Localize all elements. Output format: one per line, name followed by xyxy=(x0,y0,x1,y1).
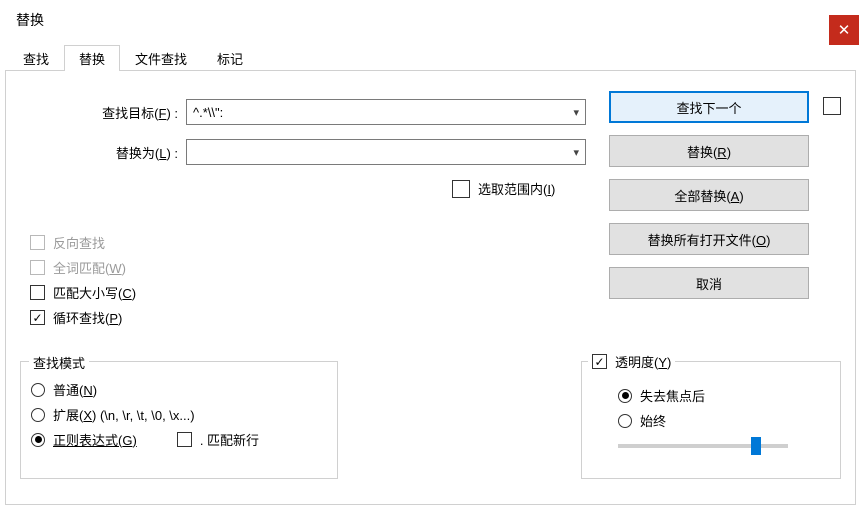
tab-findfiles[interactable]: 文件查找 xyxy=(120,45,202,71)
matchcase-label: 匹配大小写(C) xyxy=(53,283,136,302)
panel: 查找目标(F) : ^.*\\": ▾ 替换为(L) : ▾ 选取范围内(I) … xyxy=(5,70,856,505)
dot-newline-row: . 匹配新行 xyxy=(153,430,259,449)
trans-always-row: 始终 xyxy=(618,411,830,430)
tab-replace[interactable]: 替换 xyxy=(64,45,120,71)
trans-onlose-label: 失去焦点后 xyxy=(640,386,705,405)
matchcase-option: 匹配大小写(C) xyxy=(30,283,136,302)
reverse-label: 反向查找 xyxy=(53,233,105,252)
transparency-slider[interactable] xyxy=(618,444,788,448)
tab-row: 查找 替换 文件查找 标记 xyxy=(0,46,861,70)
reverse-checkbox xyxy=(30,235,45,250)
in-selection-row: 选取范围内(I) xyxy=(452,179,555,198)
mode-regex-label: 正则表达式(G) xyxy=(53,430,137,449)
mode-regex-row: 正则表达式(G) . 匹配新行 xyxy=(31,430,327,449)
radio-dot-icon xyxy=(622,392,629,399)
radio-dot-icon xyxy=(35,436,42,443)
transparency-checkbox[interactable]: ✓ xyxy=(592,354,607,369)
wholeword-option: 全词匹配(W) xyxy=(30,258,136,277)
mode-regex-radio[interactable] xyxy=(31,433,45,447)
find-next-button[interactable]: 查找下一个 xyxy=(609,91,809,123)
window-title: 替换 xyxy=(16,10,44,30)
wrap-label: 循环查找(P) xyxy=(53,308,122,327)
find-target-label: 查找目标(F) : xyxy=(6,103,186,122)
mode-extended-label: 扩展(X) (\n, \r, \t, \0, \x...) xyxy=(53,405,195,424)
trans-always-radio[interactable] xyxy=(618,414,632,428)
dot-newline-label: . 匹配新行 xyxy=(200,430,259,449)
check-icon: ✓ xyxy=(32,312,42,324)
wholeword-checkbox xyxy=(30,260,45,275)
transparency-group: ✓ 透明度(Y) 失去焦点后 始终 xyxy=(581,361,841,479)
chevron-down-icon: ▾ xyxy=(573,106,579,119)
search-mode-group: 查找模式 普通(N) 扩展(X) (\n, \r, \t, \0, \x...)… xyxy=(20,361,338,479)
replace-all-open-button[interactable]: 替换所有打开文件(O) xyxy=(609,223,809,255)
chevron-down-icon: ▾ xyxy=(573,146,579,159)
mode-normal-label: 普通(N) xyxy=(53,380,97,399)
mode-extended-row: 扩展(X) (\n, \r, \t, \0, \x...) xyxy=(31,405,327,424)
tab-mark[interactable]: 标记 xyxy=(202,45,258,71)
mode-normal-radio[interactable] xyxy=(31,383,45,397)
find-target-input[interactable]: ^.*\\": ▾ xyxy=(186,99,586,125)
wrap-option: ✓ 循环查找(P) xyxy=(30,308,136,327)
mode-normal-row: 普通(N) xyxy=(31,380,327,399)
mode-extended-radio[interactable] xyxy=(31,408,45,422)
find-target-value: ^.*\\": xyxy=(193,105,223,120)
transparency-label: 透明度(Y) xyxy=(615,352,671,371)
wholeword-label: 全词匹配(W) xyxy=(53,258,126,277)
in-selection-checkbox[interactable] xyxy=(452,180,470,198)
close-icon: ✕ xyxy=(838,23,851,38)
tab-find[interactable]: 查找 xyxy=(8,45,64,71)
options-block: 反向查找 全词匹配(W) 匹配大小写(C) ✓ 循环查找(P) xyxy=(30,227,136,333)
trans-onlose-row: 失去焦点后 xyxy=(618,386,830,405)
matchcase-checkbox[interactable] xyxy=(30,285,45,300)
slider-thumb-icon xyxy=(751,437,761,455)
buttons-column: 查找下一个 替换(R) 全部替换(A) 替换所有打开文件(O) 取消 xyxy=(609,91,841,311)
replace-all-button[interactable]: 全部替换(A) xyxy=(609,179,809,211)
replace-with-label: 替换为(L) : xyxy=(6,143,186,162)
reverse-option: 反向查找 xyxy=(30,233,136,252)
trans-onlose-radio[interactable] xyxy=(618,389,632,403)
replace-button[interactable]: 替换(R) xyxy=(609,135,809,167)
wrap-checkbox[interactable]: ✓ xyxy=(30,310,45,325)
dot-newline-checkbox[interactable] xyxy=(177,432,192,447)
transparency-head: ✓ 透明度(Y) xyxy=(588,352,675,371)
replace-with-input[interactable]: ▾ xyxy=(186,139,586,165)
search-mode-legend: 查找模式 xyxy=(29,353,89,372)
title-bar: 替换 xyxy=(0,0,861,40)
pin-checkbox[interactable] xyxy=(823,97,841,115)
cancel-button[interactable]: 取消 xyxy=(609,267,809,299)
trans-always-label: 始终 xyxy=(640,411,666,430)
in-selection-label: 选取范围内(I) xyxy=(478,179,555,198)
check-icon: ✓ xyxy=(594,356,604,368)
close-button[interactable]: ✕ xyxy=(829,15,859,45)
